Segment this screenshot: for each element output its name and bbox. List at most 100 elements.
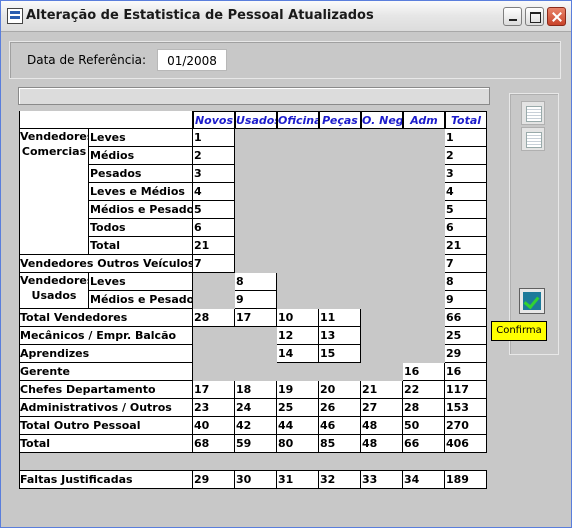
- checkmark-icon: [523, 292, 541, 310]
- group-label-comercias: Vendedores Comercias: [19, 129, 89, 255]
- table-cell[interactable]: 21: [193, 237, 235, 255]
- table-cell[interactable]: 66: [445, 309, 487, 327]
- table-cell[interactable]: 40: [193, 417, 235, 435]
- table-cell[interactable]: 8: [445, 273, 487, 291]
- reference-date-field[interactable]: 01/2008: [157, 49, 227, 71]
- table-cell[interactable]: 30: [235, 471, 277, 489]
- row-label: Leves: [89, 129, 193, 147]
- table-cell[interactable]: 9: [445, 291, 487, 309]
- table-cell[interactable]: 29: [193, 471, 235, 489]
- table-cell[interactable]: 68: [193, 435, 235, 453]
- table-cell[interactable]: 24: [235, 399, 277, 417]
- table-cell[interactable]: 7: [193, 255, 235, 273]
- row-label: Total: [19, 435, 193, 453]
- table-cell[interactable]: 32: [319, 471, 361, 489]
- row-label: Faltas Justificadas: [19, 471, 193, 489]
- table-cell[interactable]: 3: [445, 165, 487, 183]
- grid-left-border: [19, 111, 20, 489]
- table-cell[interactable]: 18: [235, 381, 277, 399]
- group-label-usados: Vendedores Usados: [19, 273, 89, 309]
- table-cell[interactable]: 4: [193, 183, 235, 201]
- table-cell[interactable]: 1: [193, 129, 235, 147]
- table-cell[interactable]: 22: [403, 381, 445, 399]
- table-cell[interactable]: 28: [403, 399, 445, 417]
- close-button[interactable]: [547, 7, 566, 26]
- row-label: Médios e Pesados: [89, 291, 193, 309]
- table-cell[interactable]: 80: [277, 435, 319, 453]
- table-cell[interactable]: 6: [193, 219, 235, 237]
- table-cell[interactable]: 270: [445, 417, 487, 435]
- table-cell[interactable]: 17: [235, 309, 277, 327]
- table-cell[interactable]: 48: [361, 435, 403, 453]
- table-cell[interactable]: 21: [445, 237, 487, 255]
- table-cell[interactable]: 7: [445, 255, 487, 273]
- table-cell[interactable]: 44: [277, 417, 319, 435]
- table-cell[interactable]: 16: [445, 363, 487, 381]
- table-cell[interactable]: 9: [235, 291, 277, 309]
- table-cell[interactable]: 33: [361, 471, 403, 489]
- table-cell[interactable]: 25: [445, 327, 487, 345]
- table-cell[interactable]: 15: [319, 345, 361, 363]
- table-cell[interactable]: 28: [193, 309, 235, 327]
- table-cell[interactable]: 1: [445, 129, 487, 147]
- table-cell[interactable]: 21: [361, 381, 403, 399]
- table-cell[interactable]: 5: [445, 201, 487, 219]
- row-label: Mecânicos / Empr. Balcão: [19, 327, 193, 345]
- table-cell[interactable]: 117: [445, 381, 487, 399]
- table-cell[interactable]: 31: [277, 471, 319, 489]
- table-cell[interactable]: 29: [445, 345, 487, 363]
- table-cell[interactable]: 27: [361, 399, 403, 417]
- table-cell[interactable]: 14: [277, 345, 319, 363]
- table-cell[interactable]: 2: [193, 147, 235, 165]
- table-cell[interactable]: 11: [319, 309, 361, 327]
- confirm-button[interactable]: [519, 288, 545, 314]
- tree-view-button[interactable]: [521, 101, 545, 125]
- table-cell[interactable]: 8: [235, 273, 277, 291]
- table-cell[interactable]: 10: [277, 309, 319, 327]
- table-cell[interactable]: 406: [445, 435, 487, 453]
- table-cell[interactable]: 20: [319, 381, 361, 399]
- table-cell[interactable]: 4: [445, 183, 487, 201]
- separator-row: [19, 453, 487, 471]
- table-cell[interactable]: 2: [445, 147, 487, 165]
- app-icon: [7, 8, 23, 24]
- table-cell[interactable]: 17: [193, 381, 235, 399]
- column-header: Novos: [193, 111, 235, 129]
- row-label: Médios e Pesados: [89, 201, 193, 219]
- table-cell[interactable]: 6: [445, 219, 487, 237]
- table-cell[interactable]: 42: [235, 417, 277, 435]
- table-cell[interactable]: 16: [403, 363, 445, 381]
- table-cell[interactable]: 3: [193, 165, 235, 183]
- table-cell[interactable]: 12: [277, 327, 319, 345]
- table-edit-icon: [526, 132, 542, 148]
- table-cell[interactable]: 34: [403, 471, 445, 489]
- tree-list-icon: [526, 106, 542, 122]
- table-cell[interactable]: 5: [193, 201, 235, 219]
- row-label: Leves: [89, 273, 193, 291]
- table-cell[interactable]: 153: [445, 399, 487, 417]
- row-label: Chefes Departamento: [19, 381, 193, 399]
- table-cell[interactable]: 48: [361, 417, 403, 435]
- table-cell[interactable]: 50: [403, 417, 445, 435]
- confirm-tooltip: Confirma: [491, 321, 547, 341]
- table-cell[interactable]: 59: [235, 435, 277, 453]
- column-header: Total: [445, 111, 487, 129]
- table-cell[interactable]: 26: [319, 399, 361, 417]
- list-edit-button[interactable]: [521, 127, 545, 151]
- minimize-button[interactable]: [503, 7, 522, 26]
- table-cell[interactable]: 66: [403, 435, 445, 453]
- row-label: Leves e Médios: [89, 183, 193, 201]
- table-cell[interactable]: 13: [319, 327, 361, 345]
- table-cell[interactable]: 85: [319, 435, 361, 453]
- row-label: Total Vendedores: [19, 309, 193, 327]
- table-cell[interactable]: 25: [277, 399, 319, 417]
- row-label: Pesados: [89, 165, 193, 183]
- row-label: Total Outro Pessoal: [19, 417, 193, 435]
- table-cell[interactable]: 19: [277, 381, 319, 399]
- maximize-button[interactable]: [525, 7, 544, 26]
- table-cell[interactable]: 46: [319, 417, 361, 435]
- row-label: Total: [89, 237, 193, 255]
- header-corner: [19, 111, 193, 129]
- table-cell[interactable]: 23: [193, 399, 235, 417]
- table-cell[interactable]: 189: [445, 471, 487, 489]
